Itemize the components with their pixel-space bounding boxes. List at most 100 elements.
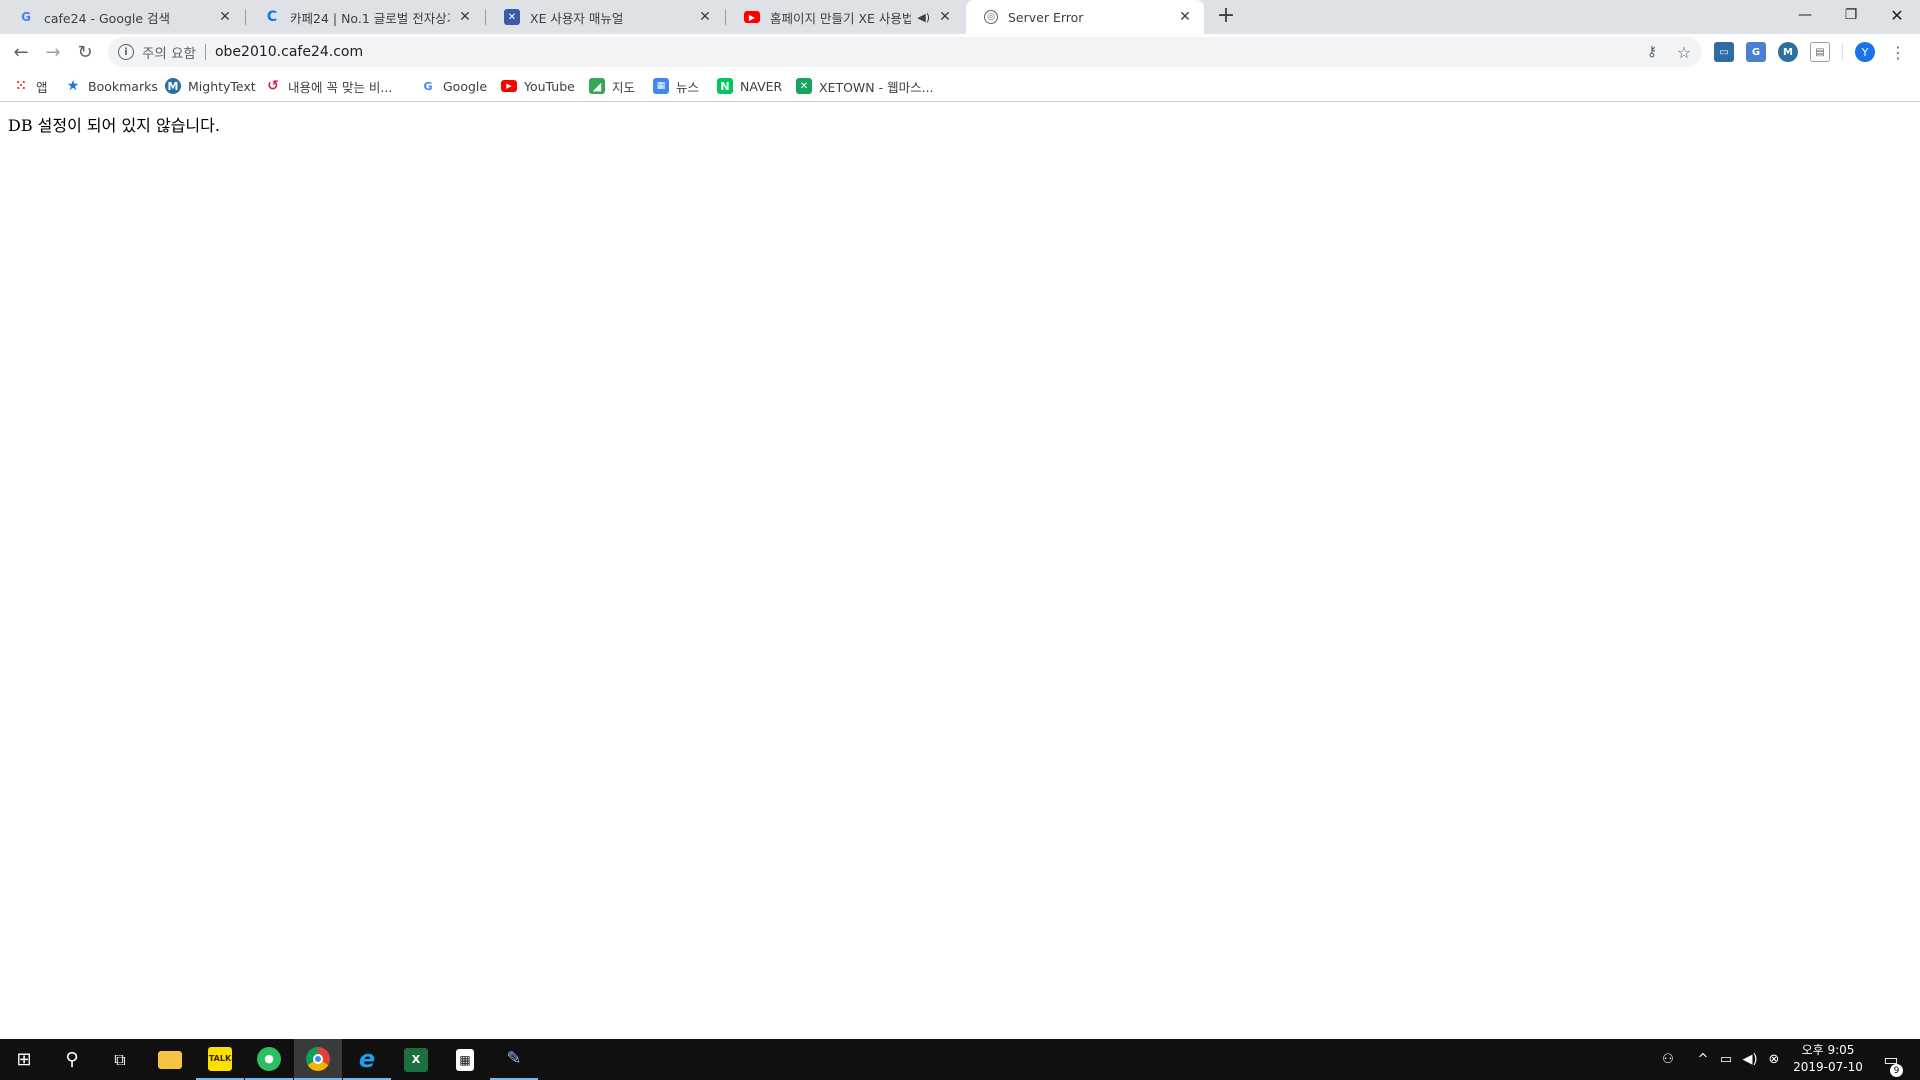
extension-cast-icon[interactable]: ▤ — [1810, 42, 1830, 62]
windows-taskbar: ⊞ ⚲ ⧉ TALK ● e X ▦ ✎ ⚇ ^ ▭ ◀) ⊗ 오후 9:05 … — [0, 1039, 1920, 1080]
tab-title: 홈페이지 만들기 XE 사용법 — [770, 10, 912, 26]
search-button[interactable]: ⚲ — [48, 1039, 96, 1080]
bookmark-label: MightyText — [188, 78, 256, 94]
internet-explorer-icon: e — [358, 1044, 376, 1073]
ime-icon[interactable]: ⊗ — [1764, 1039, 1784, 1080]
tab-youtube-xe[interactable]: ▶ 홈페이지 만들기 XE 사용법 ◀) ✕ — [726, 0, 964, 34]
bookmark-youtube[interactable]: ▶ YouTube — [501, 77, 575, 95]
arrow-left-icon: ← — [13, 41, 29, 63]
reload-button[interactable]: ↻ — [71, 38, 99, 66]
bookmark-content-match[interactable]: ↺ 내용에 꼭 맞는 비... — [265, 77, 392, 95]
chrome-icon — [306, 1046, 330, 1071]
globe-icon: ◎ — [984, 10, 998, 24]
evernote-icon: ● — [257, 1046, 281, 1071]
bookmark-label: YouTube — [524, 78, 575, 94]
back-button[interactable]: ← — [7, 38, 35, 66]
restore-button[interactable]: ❐ — [1828, 0, 1874, 30]
arrow-right-icon: → — [45, 41, 61, 63]
toolbar-divider — [1842, 44, 1843, 60]
reload-icon: ↻ — [77, 41, 93, 63]
people-icon[interactable]: ⚇ — [1656, 1039, 1680, 1080]
notification-badge: 9 — [1890, 1064, 1903, 1077]
network-icon[interactable]: ▭ — [1716, 1039, 1736, 1080]
bookmark-label: NAVER — [740, 78, 783, 94]
bookmark-apps[interactable]: ⁙ 앱 — [13, 77, 48, 95]
error-message: DB 설정이 되어 있지 않습니다. — [8, 116, 220, 135]
bookmark-label: Google — [443, 78, 488, 94]
close-icon[interactable]: ✕ — [456, 8, 474, 26]
taskbar-file-explorer[interactable] — [146, 1039, 194, 1080]
show-hidden-icons-icon[interactable]: ^ — [1693, 1039, 1713, 1080]
tab-cafe24[interactable]: C 카페24 | No.1 글로벌 전자상거래 ✕ — [246, 0, 484, 34]
new-tab-button[interactable]: + — [1212, 4, 1240, 30]
youtube-icon: ▶ — [501, 80, 517, 92]
taskbar-evernote[interactable]: ● — [245, 1039, 293, 1080]
address-bar[interactable]: i 주의 요함 obe2010.cafe24.com ⚷ ☆ — [108, 37, 1702, 67]
maps-icon: ◢ — [589, 78, 605, 94]
kakaotalk-icon: TALK — [208, 1046, 232, 1071]
bookmark-xetown[interactable]: ✕ XETOWN - 웹마스... — [796, 77, 934, 95]
bookmarks-bar: ⁙ 앱 ★ Bookmarks M MightyText ↺ 내용에 꼭 맞는 … — [0, 70, 1920, 102]
bookmark-label: 앱 — [36, 79, 48, 95]
task-view-button[interactable]: ⧉ — [96, 1039, 144, 1080]
close-window-button[interactable]: ✕ — [1874, 0, 1920, 30]
bookmark-bookmarks[interactable]: ★ Bookmarks — [65, 77, 158, 95]
tab-server-error[interactable]: ◎ Server Error ✕ — [966, 0, 1204, 34]
close-icon[interactable]: ✕ — [696, 8, 714, 26]
news-icon: ▦ — [653, 78, 669, 94]
bookmark-naver[interactable]: N NAVER — [717, 77, 782, 95]
url-text[interactable]: obe2010.cafe24.com — [215, 44, 363, 60]
bookmark-label: 뉴스 — [676, 79, 700, 95]
extension-translate-icon[interactable]: G — [1746, 42, 1766, 62]
taskbar-clock[interactable]: 오후 9:05 2019-07-10 — [1784, 1042, 1872, 1078]
more-menu-icon[interactable]: ⋮ — [1890, 40, 1906, 64]
taskbar-calculator[interactable]: ▦ — [441, 1039, 489, 1080]
key-icon[interactable]: ⚷ — [1638, 37, 1666, 67]
bookmark-google[interactable]: G Google — [420, 77, 487, 95]
bookmark-label: XETOWN - 웹마스... — [819, 79, 934, 95]
security-label[interactable]: 주의 요함 — [142, 42, 196, 62]
tab-title: Server Error — [1008, 9, 1084, 25]
taskbar-kakaotalk[interactable]: TALK — [196, 1039, 244, 1080]
star-icon: ★ — [66, 78, 80, 94]
google-icon: G — [423, 79, 433, 93]
taskbar-excel[interactable]: X — [392, 1039, 440, 1080]
clock-time: 오후 9:05 — [1801, 1043, 1855, 1057]
taskbar-chrome[interactable] — [294, 1039, 342, 1080]
task-view-icon: ⧉ — [114, 1049, 126, 1069]
xe-icon: ✕ — [504, 9, 520, 25]
close-icon[interactable]: ✕ — [1176, 8, 1194, 26]
taskbar-paint[interactable]: ✎ — [490, 1039, 538, 1080]
naver-icon: N — [717, 78, 733, 94]
cafe24-icon: C — [266, 9, 278, 25]
tab-title: 카페24 | No.1 글로벌 전자상거래 — [290, 10, 450, 26]
forward-button[interactable]: → — [39, 38, 67, 66]
tab-xe-manual[interactable]: ✕ XE 사용자 매뉴얼 ✕ — [486, 0, 724, 34]
tab-google-search[interactable]: G cafe24 - Google 검색 ✕ — [0, 0, 244, 34]
extension-mightytext-icon[interactable]: M — [1778, 42, 1798, 62]
volume-icon[interactable]: ◀) — [1740, 1039, 1760, 1080]
profile-avatar[interactable]: Y — [1855, 42, 1875, 62]
close-icon[interactable]: ✕ — [936, 8, 954, 26]
google-icon: G — [21, 10, 31, 24]
bookmark-mightytext[interactable]: M MightyText — [165, 77, 256, 95]
extension-screen-icon[interactable]: ▭ — [1714, 42, 1734, 62]
star-bookmark-icon[interactable]: ☆ — [1670, 37, 1698, 67]
close-icon[interactable]: ✕ — [216, 8, 234, 26]
tab-title: cafe24 - Google 검색 — [44, 10, 171, 26]
speaker-icon[interactable]: ◀) — [917, 11, 930, 24]
windows-logo-icon: ⊞ — [16, 1049, 32, 1070]
bookmark-label: 내용에 꼭 맞는 비... — [288, 79, 393, 95]
bookmark-maps[interactable]: ◢ 지도 — [589, 77, 635, 95]
bookmark-label: Bookmarks — [88, 78, 158, 94]
minimize-button[interactable]: — — [1782, 0, 1828, 30]
clock-date: 2019-07-10 — [1793, 1060, 1863, 1074]
circle-arrow-icon: ↺ — [267, 78, 279, 94]
taskbar-internet-explorer[interactable]: e — [343, 1039, 391, 1080]
info-icon[interactable]: i — [118, 44, 134, 60]
calculator-icon: ▦ — [456, 1048, 474, 1071]
start-button[interactable]: ⊞ — [0, 1039, 48, 1080]
bookmark-news[interactable]: ▦ 뉴스 — [653, 77, 699, 95]
omnibox-divider — [204, 44, 206, 60]
excel-icon: X — [404, 1047, 428, 1072]
